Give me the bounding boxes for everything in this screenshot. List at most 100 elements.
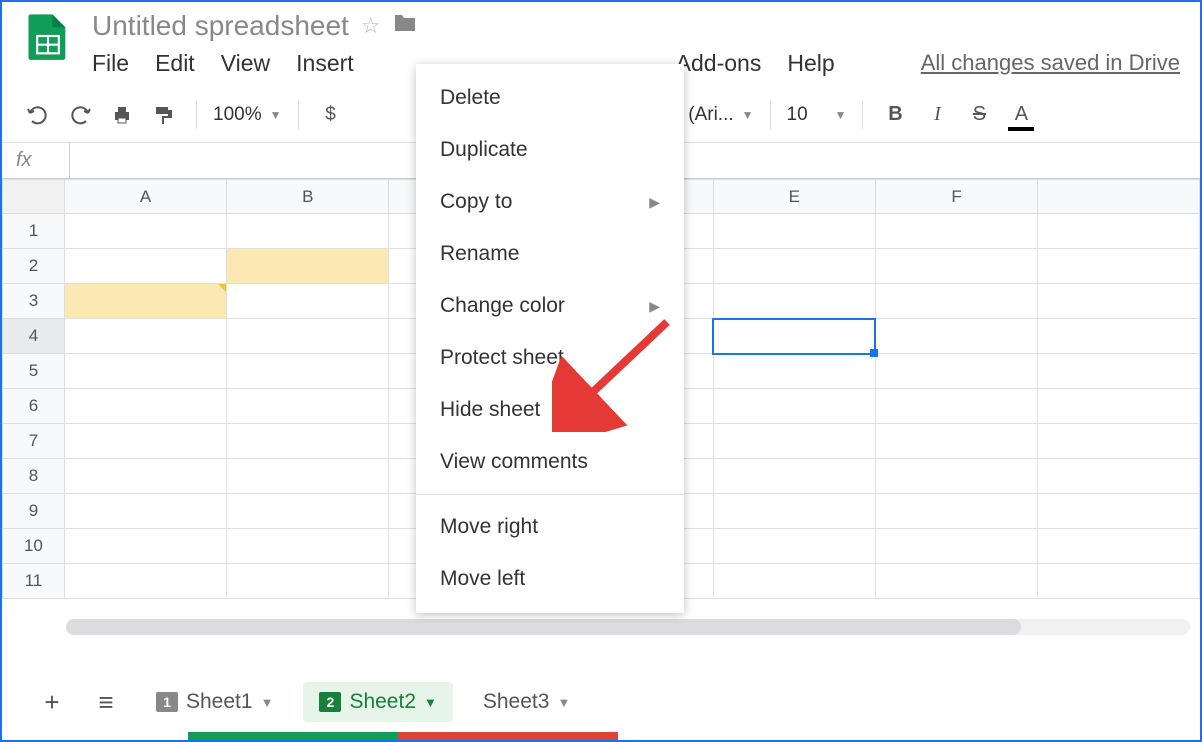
cell[interactable] [875,284,1037,319]
doc-title[interactable]: Untitled spreadsheet [92,10,349,42]
col-header-a[interactable]: A [64,180,226,214]
cell[interactable] [1038,459,1200,494]
col-header-e[interactable]: E [713,180,875,214]
cell[interactable] [1038,284,1200,319]
row-header[interactable]: 5 [3,354,65,389]
cell[interactable] [875,529,1037,564]
cell[interactable] [227,354,389,389]
sheet-tab-1[interactable]: 1 Sheet1 ▼ [140,682,289,722]
ctx-move-right[interactable]: Move right [416,501,684,553]
cell[interactable] [1038,424,1200,459]
row-header[interactable]: 2 [3,249,65,284]
cell[interactable] [1038,249,1200,284]
ctx-delete[interactable]: Delete [416,72,684,124]
cell[interactable] [713,249,875,284]
row-header[interactable]: 10 [3,529,65,564]
cell[interactable] [713,529,875,564]
menu-edit[interactable]: Edit [155,50,195,77]
cell[interactable] [875,459,1037,494]
cell[interactable] [713,494,875,529]
sheet-tab-2[interactable]: 2 Sheet2 ▼ [303,682,452,722]
zoom-selector[interactable]: 100% ▼ [213,104,282,126]
cell[interactable] [64,354,226,389]
paint-format-button[interactable] [148,99,180,131]
cell[interactable] [875,354,1037,389]
cell[interactable] [227,564,389,599]
add-sheet-button[interactable]: + [32,682,72,722]
fontsize-selector[interactable]: 10 ▼ [787,104,847,126]
ctx-duplicate[interactable]: Duplicate [416,124,684,176]
cell[interactable] [64,494,226,529]
cell[interactable] [875,564,1037,599]
cell[interactable] [64,424,226,459]
cell[interactable] [64,319,226,354]
col-header-f[interactable]: F [875,180,1037,214]
corner-cell[interactable] [3,180,65,214]
menu-view[interactable]: View [221,50,270,77]
ctx-move-left[interactable]: Move left [416,553,684,605]
cell[interactable] [227,494,389,529]
bold-button[interactable]: B [879,99,911,131]
cell[interactable] [875,319,1037,354]
cell[interactable] [64,529,226,564]
cell-highlighted[interactable] [227,249,389,284]
cell[interactable] [1038,319,1200,354]
menu-insert[interactable]: Insert [296,50,354,77]
cell[interactable] [64,564,226,599]
cell[interactable] [227,319,389,354]
print-button[interactable] [106,99,138,131]
row-header[interactable]: 3 [3,284,65,319]
cell[interactable] [713,389,875,424]
row-header[interactable]: 1 [3,214,65,249]
cell[interactable] [713,284,875,319]
cell[interactable] [875,214,1037,249]
cell[interactable] [713,354,875,389]
star-icon[interactable]: ☆ [361,13,381,39]
row-header[interactable]: 4 [3,319,65,354]
sheet-tab-3[interactable]: Sheet3 ▼ [467,682,586,722]
menu-help[interactable]: Help [787,50,834,77]
currency-button[interactable]: $ [315,99,347,131]
scrollbar-thumb[interactable] [66,619,1021,635]
cell-selected[interactable] [713,319,875,354]
cell[interactable] [64,389,226,424]
cell[interactable] [227,424,389,459]
row-header[interactable]: 11 [3,564,65,599]
menu-addons[interactable]: Add-ons [676,50,762,77]
cell[interactable] [227,214,389,249]
ctx-protect-sheet[interactable]: Protect sheet [416,332,684,384]
row-header[interactable]: 8 [3,459,65,494]
cell[interactable] [875,249,1037,284]
cell[interactable] [1038,564,1200,599]
cell[interactable] [1038,354,1200,389]
row-header[interactable]: 9 [3,494,65,529]
cell[interactable] [64,459,226,494]
cell[interactable] [64,249,226,284]
menu-file[interactable]: File [92,50,129,77]
cell[interactable] [1038,529,1200,564]
italic-button[interactable]: I [921,99,953,131]
cell[interactable] [713,564,875,599]
ctx-copy-to[interactable]: Copy to▶ [416,176,684,228]
ctx-rename[interactable]: Rename [416,228,684,280]
row-header[interactable]: 7 [3,424,65,459]
cell[interactable] [227,284,389,319]
row-header[interactable]: 6 [3,389,65,424]
cell[interactable] [1038,494,1200,529]
ctx-view-comments[interactable]: View comments [416,436,684,488]
text-color-button[interactable]: A [1005,99,1037,131]
cell[interactable] [227,529,389,564]
col-header-g[interactable] [1038,180,1200,214]
cell[interactable] [713,459,875,494]
cell[interactable] [875,424,1037,459]
cell-highlighted[interactable] [64,284,226,319]
folder-icon[interactable] [393,13,417,39]
undo-button[interactable] [22,99,54,131]
cell[interactable] [875,389,1037,424]
cell[interactable] [1038,389,1200,424]
all-sheets-button[interactable]: ≡ [86,682,126,722]
redo-button[interactable] [64,99,96,131]
cell[interactable] [64,214,226,249]
horizontal-scrollbar[interactable] [66,619,1190,635]
cell[interactable] [227,389,389,424]
